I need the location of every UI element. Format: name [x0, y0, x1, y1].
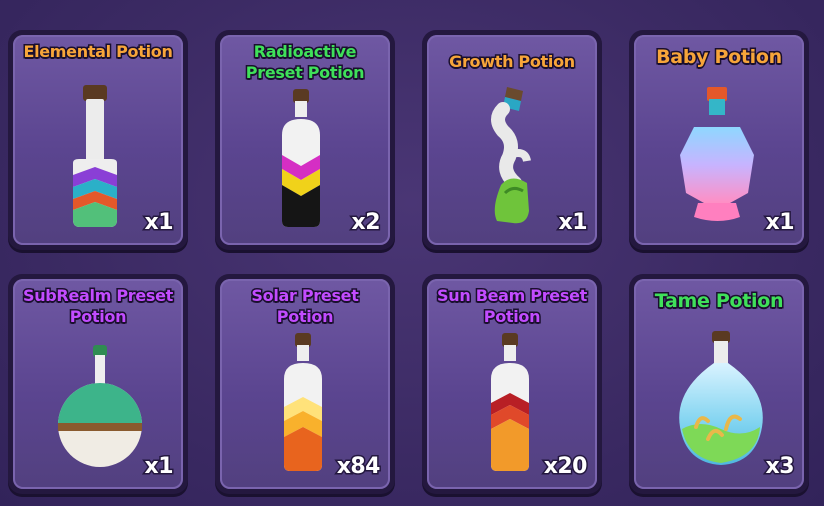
potion-slot-inner: Tame Potion x3: [634, 279, 804, 489]
potion-slot-inner: Baby Potion x1: [634, 35, 804, 245]
potion-slot-radioactive[interactable]: Radioactive Preset Potion x2: [215, 30, 395, 250]
potion-slot-baby[interactable]: Baby Potion x1: [629, 30, 809, 250]
potion-slot-subrealm[interactable]: SubRealm Preset Potion x1: [8, 274, 188, 494]
potion-slot-solar[interactable]: Solar Preset Potion x84: [215, 274, 395, 494]
potion-name: Solar Preset Potion: [250, 285, 360, 328]
potion-slot-inner: Growth Potion x1: [427, 35, 597, 245]
potion-quantity: x3: [764, 453, 796, 481]
potion-name: Sun Beam Preset Potion: [436, 285, 589, 328]
potion-quantity: x20: [542, 453, 589, 481]
potion-slot-sunbeam[interactable]: Sun Beam Preset Potion x20: [422, 274, 602, 494]
potion-quantity: x1: [764, 209, 796, 237]
potion-name: SubRealm Preset Potion: [21, 285, 174, 328]
potion-quantity: x84: [335, 453, 382, 481]
potion-inventory-panel: Elemental Potion x1 Radioactive Preset P…: [0, 0, 824, 506]
potion-quantity: x1: [143, 453, 175, 481]
potion-name: Baby Potion: [655, 45, 784, 69]
potion-name: Radioactive Preset Potion: [244, 41, 366, 84]
potion-quantity: x2: [350, 209, 382, 237]
potion-quantity: x1: [143, 209, 175, 237]
potion-name: Tame Potion: [653, 289, 785, 313]
potion-slot-inner: Elemental Potion x1: [13, 35, 183, 245]
potion-name: Elemental Potion: [22, 41, 174, 63]
potion-slot-elemental[interactable]: Elemental Potion x1: [8, 30, 188, 250]
potion-slot-inner: Sun Beam Preset Potion x20: [427, 279, 597, 489]
potion-grid: Elemental Potion x1 Radioactive Preset P…: [8, 30, 816, 494]
potion-name: Growth Potion: [448, 51, 577, 73]
potion-slot-inner: Radioactive Preset Potion x2: [220, 35, 390, 245]
potion-slot-inner: SubRealm Preset Potion x1: [13, 279, 183, 489]
potion-quantity: x1: [557, 209, 589, 237]
potion-slot-tame[interactable]: Tame Potion x3: [629, 274, 809, 494]
potion-slot-growth[interactable]: Growth Potion x1: [422, 30, 602, 250]
potion-slot-inner: Solar Preset Potion x84: [220, 279, 390, 489]
